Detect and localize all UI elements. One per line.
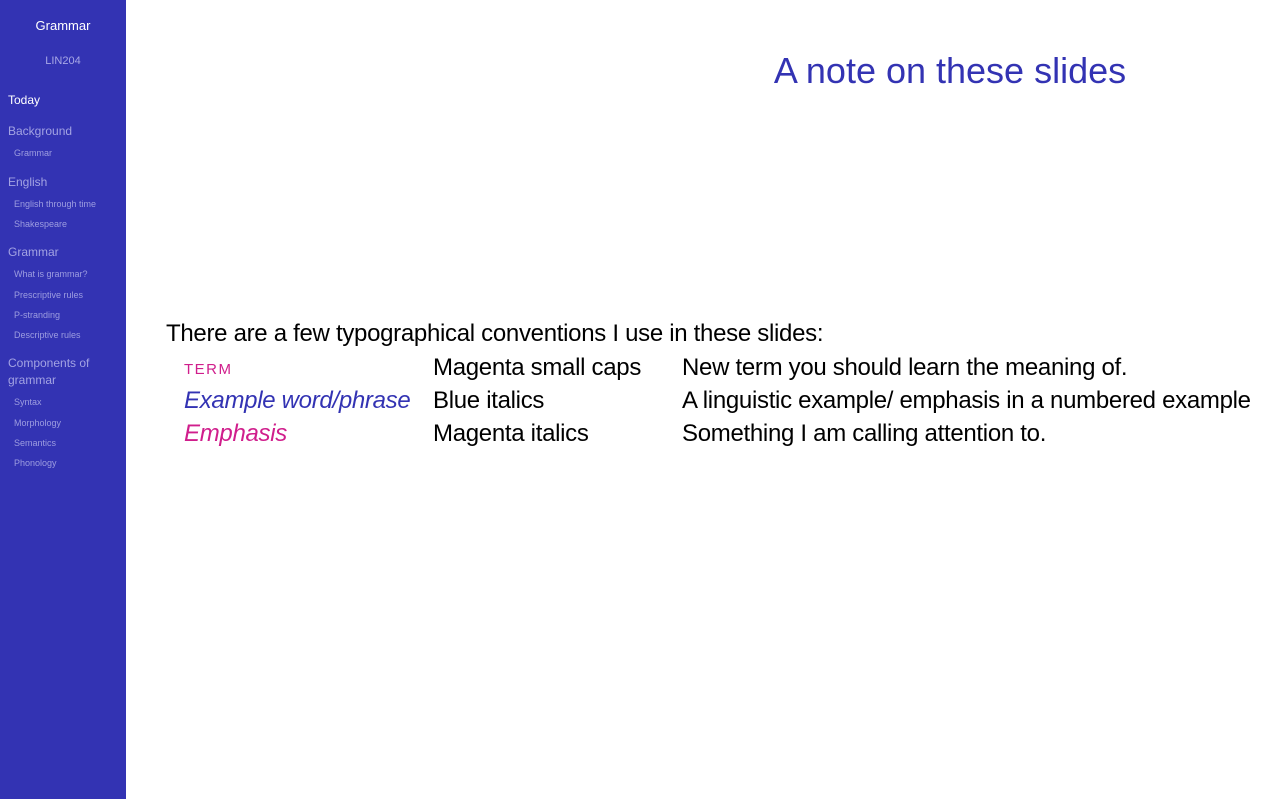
sidebar-item-background[interactable]: Background <box>8 123 120 140</box>
convention-row-emphasis: Emphasis Magenta italics Something I am … <box>0 420 1278 452</box>
convention-meaning-example: A linguistic example/ emphasis in a numb… <box>682 387 1251 414</box>
convention-style-example: Blue italics <box>433 387 545 414</box>
convention-sample-emphasis: Emphasis <box>184 420 287 447</box>
sidebar-subitem-grammar[interactable]: Grammar <box>14 147 124 159</box>
convention-row-term: term Magenta small caps New term you sho… <box>0 354 1278 386</box>
convention-style-term: Magenta small caps <box>433 354 642 381</box>
sidebar-title[interactable]: Grammar <box>0 18 126 33</box>
slide-title: A note on these slides <box>773 50 1127 91</box>
convention-row-example: Example word/phrase Blue italics A lingu… <box>0 387 1278 419</box>
convention-meaning-term: New term you should learn the meaning of… <box>682 354 1128 381</box>
sidebar-course-code[interactable]: LIN204 <box>0 55 126 67</box>
convention-meaning-emphasis: Something I am calling attention to. <box>682 420 1047 447</box>
convention-sample-term: term <box>184 354 233 379</box>
sidebar-item-today[interactable]: Today <box>8 92 120 109</box>
sidebar-subitem-p-stranding[interactable]: P-stranding <box>14 309 124 321</box>
sidebar-subitem-phonology[interactable]: Phonology <box>14 457 124 469</box>
convention-sample-example: Example word/phrase <box>184 387 411 414</box>
sidebar-item-grammar[interactable]: Grammar <box>8 244 120 261</box>
slide-intro-text: There are a few typographical convention… <box>166 320 824 347</box>
sidebar-subitem-prescriptive-rules[interactable]: Prescriptive rules <box>14 289 124 301</box>
convention-style-emphasis: Magenta italics <box>433 420 589 447</box>
sidebar-item-english[interactable]: English <box>8 174 120 191</box>
sidebar-subitem-shakespeare[interactable]: Shakespeare <box>14 218 124 230</box>
sidebar-subitem-english-through-time[interactable]: English through time <box>14 198 124 210</box>
sidebar-subitem-descriptive-rules[interactable]: Descriptive rules <box>14 329 124 341</box>
sidebar-subitem-what-is-grammar[interactable]: What is grammar? <box>14 268 124 280</box>
